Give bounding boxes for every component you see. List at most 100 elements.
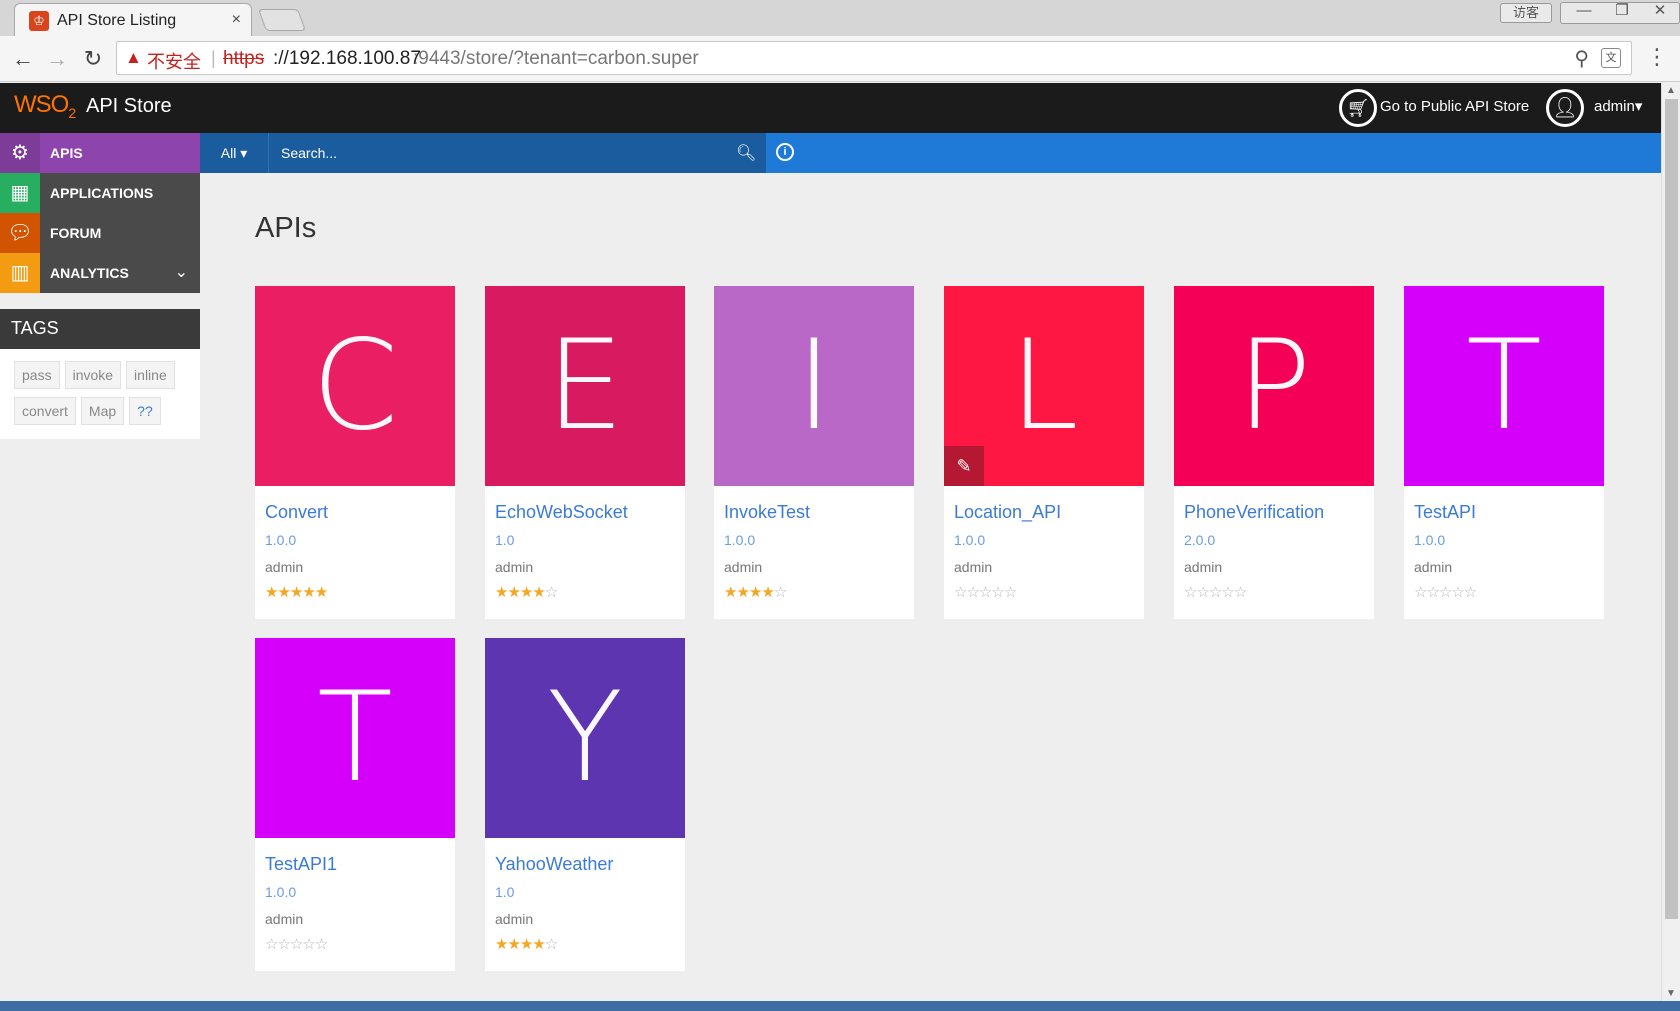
restore-icon[interactable]: ❐ bbox=[1603, 0, 1641, 22]
sidebar-item-apis[interactable]: ⚙ APIS bbox=[0, 133, 200, 173]
star-empty-icon: ☆ bbox=[1003, 584, 1017, 601]
api-thumbnail[interactable]: P bbox=[1174, 286, 1374, 486]
api-name-link[interactable]: YahooWeather bbox=[495, 854, 613, 875]
sidebar-item-analytics[interactable]: ▥ ANALYTICS ⌄ bbox=[0, 253, 200, 293]
star-empty-icon: ☆ bbox=[1208, 584, 1222, 601]
api-thumbnail[interactable]: T bbox=[255, 638, 455, 838]
url-bar[interactable]: ▲ 不安全 | https ://192.168.100.87 :9443/st… bbox=[116, 41, 1632, 75]
minimize-icon[interactable]: — bbox=[1565, 0, 1603, 22]
star-empty-icon: ☆ bbox=[1221, 584, 1234, 601]
star-filled-icon: ★ bbox=[507, 584, 520, 601]
api-rating: ★★★★★ bbox=[265, 583, 328, 601]
edit-icon[interactable]: ✎ bbox=[944, 446, 984, 486]
api-name-link[interactable]: InvokeTest bbox=[724, 502, 810, 523]
star-empty-icon: ☆ bbox=[1438, 584, 1452, 601]
api-rating: ★★★★☆ bbox=[724, 583, 787, 601]
star-empty-icon: ☆ bbox=[1463, 584, 1477, 601]
api-thumbnail[interactable]: I bbox=[714, 286, 914, 486]
api-thumbnail[interactable]: Y bbox=[485, 638, 685, 838]
api-thumbnail[interactable]: C bbox=[255, 286, 455, 486]
wso2-logo[interactable]: WSO2 bbox=[14, 91, 76, 121]
tag[interactable]: Map bbox=[80, 397, 125, 425]
sidebar-item-label: ANALYTICS bbox=[50, 265, 129, 281]
api-version: 1.0.0 bbox=[724, 532, 756, 548]
url-path: :9443/store/?tenant=carbon.super bbox=[413, 48, 699, 69]
app-title[interactable]: API Store bbox=[86, 95, 172, 118]
guest-profile-button[interactable]: 访客 bbox=[1500, 3, 1552, 23]
tag[interactable]: convert bbox=[14, 397, 76, 425]
star-filled-icon: ★ bbox=[302, 584, 315, 601]
info-icon[interactable]: i bbox=[776, 143, 794, 161]
page-scrollbar[interactable]: ▲ ▼ bbox=[1661, 83, 1680, 1001]
api-thumbnail[interactable]: L ✎ bbox=[944, 286, 1144, 486]
cart-icon[interactable]: 🛒︎ bbox=[1339, 89, 1377, 127]
sidebar-item-applications[interactable]: ▦ APPLICATIONS bbox=[0, 173, 200, 213]
browser-menu-icon[interactable]: ⋮ bbox=[1646, 44, 1668, 70]
public-store-link[interactable]: Go to Public API Store bbox=[1380, 98, 1529, 115]
api-version: 1.0 bbox=[495, 884, 515, 900]
api-thumbnail[interactable]: E bbox=[485, 286, 685, 486]
favicon-icon: ♔ bbox=[29, 11, 49, 31]
api-initial: Y bbox=[547, 666, 623, 810]
scroll-thumb[interactable] bbox=[1665, 99, 1678, 919]
star-empty-icon: ☆ bbox=[265, 936, 278, 953]
api-name-link[interactable]: TestAPI bbox=[1414, 502, 1476, 523]
sidebar-item-label: APIS bbox=[50, 145, 83, 161]
api-initial: I bbox=[795, 314, 833, 458]
gear-api-icon: ⚙ bbox=[0, 133, 40, 173]
close-tab-icon[interactable]: × bbox=[232, 11, 241, 29]
new-tab-button[interactable] bbox=[257, 9, 307, 31]
search-icon[interactable]: 🔍︎ bbox=[736, 143, 756, 163]
api-name-link[interactable]: Location_API bbox=[954, 502, 1061, 523]
api-rating: ☆☆☆☆☆ bbox=[1414, 583, 1477, 601]
api-name-link[interactable]: Convert bbox=[265, 502, 328, 523]
tag-cloud: pass invoke inline convert Map?? bbox=[0, 349, 200, 439]
search-input[interactable] bbox=[268, 133, 766, 173]
reload-icon[interactable]: ↻ bbox=[78, 44, 108, 74]
api-card[interactable]: T TestAPI 1.0.0 admin ☆☆☆☆☆ bbox=[1404, 286, 1604, 619]
user-menu[interactable]: admin▾ bbox=[1594, 97, 1642, 115]
api-thumbnail[interactable]: T bbox=[1404, 286, 1604, 486]
api-provider: admin bbox=[954, 559, 993, 575]
url-scheme: https bbox=[223, 48, 265, 69]
translate-icon[interactable]: 文 bbox=[1601, 48, 1621, 68]
warning-icon: ▲ bbox=[125, 48, 142, 67]
back-arrow-icon[interactable]: ← bbox=[8, 44, 38, 74]
api-name-link[interactable]: EchoWebSocket bbox=[495, 502, 628, 523]
sidebar-item-forum[interactable]: 💬︎ FORUM bbox=[0, 213, 200, 253]
api-version: 2.0.0 bbox=[1184, 532, 1216, 548]
api-card[interactable]: E EchoWebSocket 1.0 admin ★★★★☆ bbox=[485, 286, 685, 619]
api-card[interactable]: T TestAPI1 1.0.0 admin ☆☆☆☆☆ bbox=[255, 638, 455, 971]
api-card[interactable]: L ✎ Location_API 1.0.0 admin ☆☆☆☆☆ bbox=[944, 286, 1144, 619]
tag[interactable]: invoke bbox=[64, 361, 122, 389]
star-empty-icon: ☆ bbox=[1184, 584, 1197, 601]
browser-tab[interactable]: ♔ API Store Listing × bbox=[14, 3, 252, 37]
security-status[interactable]: 不安全 bbox=[147, 48, 201, 74]
scroll-up-icon[interactable]: ▲ bbox=[1666, 85, 1676, 96]
star-empty-icon: ☆ bbox=[289, 936, 303, 953]
api-name-link[interactable]: TestAPI1 bbox=[265, 854, 337, 875]
forward-arrow-icon[interactable]: → bbox=[42, 44, 72, 74]
api-card[interactable]: Y YahooWeather 1.0 admin ★★★★☆ bbox=[485, 638, 685, 971]
zoom-icon[interactable]: ⚲ bbox=[1574, 46, 1589, 71]
logo-subscript: 2 bbox=[68, 104, 76, 121]
api-rating: ☆☆☆☆☆ bbox=[1184, 583, 1247, 601]
star-empty-icon: ☆ bbox=[1233, 584, 1247, 601]
tag[interactable]: pass bbox=[14, 361, 60, 389]
tag[interactable]: ?? bbox=[129, 397, 161, 425]
star-filled-icon: ★ bbox=[519, 936, 533, 953]
api-name-link[interactable]: PhoneVerification bbox=[1184, 502, 1324, 523]
search-scope-dropdown[interactable]: All ▾ bbox=[200, 133, 268, 173]
api-provider: admin bbox=[265, 911, 304, 927]
api-version: 1.0.0 bbox=[265, 884, 297, 900]
app-header: WSO2 API Store 🛒︎ Go to Public API Store… bbox=[0, 83, 1661, 133]
tag[interactable]: inline bbox=[126, 361, 175, 389]
close-window-icon[interactable]: ✕ bbox=[1641, 0, 1679, 22]
api-card[interactable]: C Convert 1.0.0 admin ★★★★★ bbox=[255, 286, 455, 619]
scroll-down-icon[interactable]: ▼ bbox=[1666, 988, 1676, 999]
user-avatar-icon[interactable]: 👤︎ bbox=[1546, 89, 1584, 127]
api-card[interactable]: P PhoneVerification 2.0.0 admin ☆☆☆☆☆ bbox=[1174, 286, 1374, 619]
api-card[interactable]: I InvokeTest 1.0.0 admin ★★★★☆ bbox=[714, 286, 914, 619]
star-empty-icon: ☆ bbox=[544, 584, 558, 601]
chevron-down-icon[interactable]: ⌄ bbox=[175, 262, 188, 282]
